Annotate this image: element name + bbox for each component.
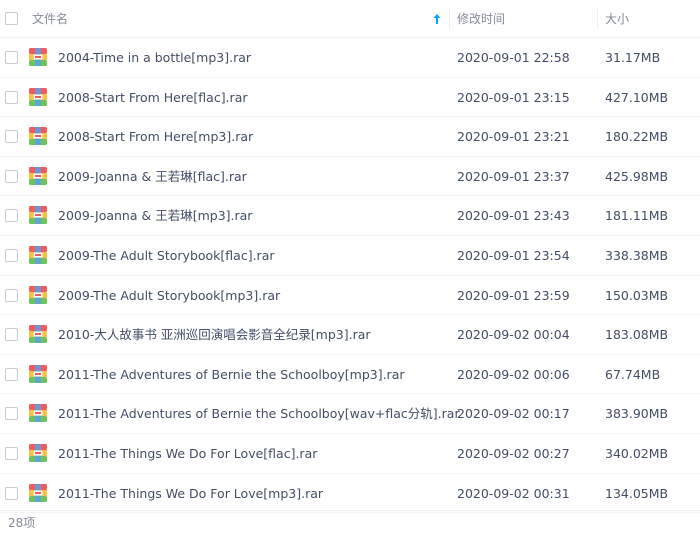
column-divider[interactable] xyxy=(597,8,598,30)
row-checkbox[interactable] xyxy=(5,328,18,342)
file-name[interactable]: 2011-The Things We Do For Love[flac].rar xyxy=(58,434,317,473)
row-checkbox[interactable] xyxy=(5,90,18,104)
rar-archive-icon xyxy=(29,444,47,462)
file-size: 383.90MB xyxy=(605,406,669,422)
file-row[interactable]: 2011-The Adventures of Bernie the School… xyxy=(0,394,700,434)
file-size: 67.74MB xyxy=(605,366,661,382)
file-row[interactable]: 2004-Time in a bottle[mp3].rar 2020-09-0… xyxy=(0,38,700,78)
column-header-size[interactable]: 大小 xyxy=(605,0,700,38)
rar-archive-icon xyxy=(29,166,47,185)
file-modified-time: 2020-09-01 23:21 xyxy=(457,129,570,145)
column-divider[interactable] xyxy=(449,8,450,30)
rar-archive-icon xyxy=(29,246,47,264)
file-size: 425.98MB xyxy=(605,168,669,184)
item-count: 28项 xyxy=(8,516,36,530)
file-modified-time: 2020-09-01 23:15 xyxy=(457,89,570,105)
file-name[interactable]: 2011-The Things We Do For Love[mp3].rar xyxy=(58,474,323,513)
rar-archive-icon xyxy=(29,127,47,146)
file-row[interactable]: 2011-The Adventures of Bernie the School… xyxy=(0,355,700,395)
row-checkbox[interactable] xyxy=(5,209,18,223)
file-modified-time: 2020-09-02 00:06 xyxy=(457,366,570,382)
file-modified-time: 2020-09-01 22:58 xyxy=(457,50,570,65)
file-size: 340.02MB xyxy=(605,446,669,461)
file-row[interactable]: 2010-大人故事书 亚洲巡回演唱会影音全纪录[mp3].rar 2020-09… xyxy=(0,315,700,355)
file-row[interactable]: 2009-The Adult Storybook[flac].rar 2020-… xyxy=(0,236,700,276)
file-row[interactable]: 2008-Start From Here[mp3].rar 2020-09-01… xyxy=(0,117,700,157)
rar-archive-icon xyxy=(29,48,47,66)
row-checkbox[interactable] xyxy=(5,486,18,500)
file-size: 31.17MB xyxy=(605,50,661,65)
file-row[interactable]: 2009-Joanna & 王若琳[mp3].rar 2020-09-01 23… xyxy=(0,196,700,236)
file-row[interactable]: 2008-Start From Here[flac].rar 2020-09-0… xyxy=(0,78,700,118)
row-checkbox[interactable] xyxy=(5,407,18,421)
file-size: 183.08MB xyxy=(605,327,669,343)
file-name[interactable]: 2009-The Adult Storybook[flac].rar xyxy=(58,236,275,275)
rar-archive-icon xyxy=(29,206,47,225)
file-name[interactable]: 2009-Joanna & 王若琳[flac].rar xyxy=(58,157,247,196)
row-checkbox[interactable] xyxy=(5,169,18,183)
rar-archive-icon xyxy=(29,87,47,106)
file-modified-time: 2020-09-01 23:37 xyxy=(457,168,570,184)
file-name[interactable]: 2011-The Adventures of Bernie the School… xyxy=(58,355,405,394)
file-row[interactable]: 2009-The Adult Storybook[mp3].rar 2020-0… xyxy=(0,276,700,316)
file-size: 180.22MB xyxy=(605,129,669,145)
rar-archive-icon xyxy=(29,285,47,304)
file-modified-time: 2020-09-02 00:31 xyxy=(457,485,570,501)
rar-archive-icon xyxy=(29,325,47,344)
file-name[interactable]: 2008-Start From Here[flac].rar xyxy=(58,78,248,117)
row-checkbox[interactable] xyxy=(5,367,18,381)
file-name[interactable]: 2008-Start From Here[mp3].rar xyxy=(58,117,253,156)
rar-archive-icon xyxy=(29,364,47,383)
row-checkbox[interactable] xyxy=(5,249,18,262)
row-checkbox[interactable] xyxy=(5,130,18,144)
row-checkbox[interactable] xyxy=(5,447,18,460)
file-row[interactable]: 2009-Joanna & 王若琳[flac].rar 2020-09-01 2… xyxy=(0,157,700,197)
file-name[interactable]: 2011-The Adventures of Bernie the School… xyxy=(58,394,460,433)
select-all-checkbox[interactable] xyxy=(5,12,18,25)
file-size: 427.10MB xyxy=(605,89,669,105)
file-modified-time: 2020-09-01 23:43 xyxy=(457,208,570,224)
row-checkbox[interactable] xyxy=(5,51,18,64)
file-name[interactable]: 2010-大人故事书 亚洲巡回演唱会影音全纪录[mp3].rar xyxy=(58,315,371,354)
file-name[interactable]: 2009-Joanna & 王若琳[mp3].rar xyxy=(58,196,252,235)
sort-up-arrow-icon[interactable] xyxy=(432,13,442,25)
file-size: 181.11MB xyxy=(605,208,669,224)
file-name[interactable]: 2009-The Adult Storybook[mp3].rar xyxy=(58,276,280,315)
file-modified-time: 2020-09-02 00:27 xyxy=(457,446,570,461)
file-size: 134.05MB xyxy=(605,485,669,501)
file-name[interactable]: 2004-Time in a bottle[mp3].rar xyxy=(58,38,251,77)
column-header-time[interactable]: 修改时间 xyxy=(457,0,597,38)
file-modified-time: 2020-09-01 23:59 xyxy=(457,287,570,303)
file-modified-time: 2020-09-02 00:04 xyxy=(457,327,570,343)
row-checkbox[interactable] xyxy=(5,288,18,302)
file-size: 150.03MB xyxy=(605,287,669,303)
file-list-header: 文件名 修改时间 大小 xyxy=(0,0,700,38)
file-size: 338.38MB xyxy=(605,248,669,263)
file-modified-time: 2020-09-01 23:54 xyxy=(457,248,570,263)
file-row[interactable]: 2011-The Things We Do For Love[flac].rar… xyxy=(0,434,700,474)
status-bar: 28项 xyxy=(0,510,700,534)
file-row[interactable]: 2011-The Things We Do For Love[mp3].rar … xyxy=(0,474,700,514)
file-modified-time: 2020-09-02 00:17 xyxy=(457,406,570,422)
column-header-name[interactable]: 文件名 xyxy=(32,0,442,38)
rar-archive-icon xyxy=(29,404,47,423)
rar-archive-icon xyxy=(29,483,47,502)
